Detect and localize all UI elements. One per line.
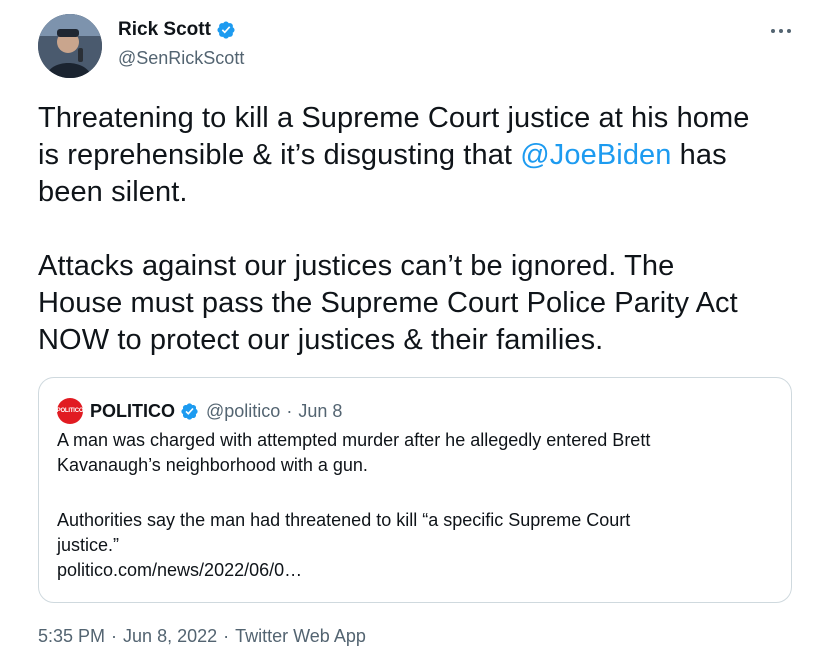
author-avatar[interactable] <box>38 14 102 78</box>
verified-badge-icon <box>181 402 198 420</box>
tweet-time[interactable]: 5:35 PM <box>38 626 105 646</box>
quoted-line: Kavanaugh’s neighborhood with a gun. <box>57 455 368 475</box>
more-options-icon <box>771 29 791 33</box>
mention-link[interactable]: @JoeBiden <box>520 139 671 171</box>
quoted-tweet-header: POLITICO POLITICO @politico · Jun 8 <box>57 398 342 424</box>
tweet-line: Threatening to kill a Supreme Court just… <box>38 102 750 134</box>
quoted-tweet-card[interactable]: POLITICO POLITICO @politico · Jun 8 A ma… <box>38 377 792 603</box>
tweet-metadata: 5:35 PM · Jun 8, 2022 · Twitter Web App <box>38 626 366 647</box>
separator-dot: · <box>286 400 293 421</box>
separator-dot: · <box>111 626 118 646</box>
tweet-line: is reprehensible & it’s disgusting that … <box>38 137 808 174</box>
quoted-line: justice.” <box>57 535 120 555</box>
quoted-author-name[interactable]: POLITICO <box>90 401 175 422</box>
quoted-tweet-date[interactable]: Jun 8 <box>298 401 342 422</box>
more-options-button[interactable] <box>766 18 796 44</box>
tweet-date[interactable]: Jun 8, 2022 <box>123 626 217 646</box>
author-display-name-row[interactable]: Rick Scott <box>118 18 236 42</box>
tweet-source[interactable]: Twitter Web App <box>235 626 366 646</box>
quoted-author-handle[interactable]: @politico <box>206 401 280 422</box>
tweet-line: NOW to protect our justices & their fami… <box>38 324 604 356</box>
tweet-line-text: has <box>671 139 727 171</box>
politico-avatar[interactable]: POLITICO <box>56 398 84 424</box>
quoted-link[interactable]: politico.com/news/2022/06/0… <box>57 558 777 583</box>
tweet-text: Threatening to kill a Supreme Court just… <box>38 100 808 359</box>
separator-dot: · <box>223 626 230 646</box>
author-block[interactable]: Rick Scott @SenRickScott <box>118 18 244 70</box>
tweet-line: House must pass the Supreme Court Police… <box>38 287 738 319</box>
quoted-tweet-text: A man was charged with attempted murder … <box>57 428 777 583</box>
author-display-name[interactable]: Rick Scott <box>118 18 211 42</box>
quoted-line: Authorities say the man had threatened t… <box>57 510 631 530</box>
politico-avatar-text: POLITICO <box>56 408 84 414</box>
tweet-line: Attacks against our justices can’t be ig… <box>38 250 675 282</box>
tweet-line-text: is reprehensible & it’s disgusting that <box>38 139 521 171</box>
author-handle[interactable]: @SenRickScott <box>118 46 244 70</box>
verified-badge-icon <box>217 21 235 39</box>
quoted-line: A man was charged with attempted murder … <box>57 430 651 450</box>
tweet-line: been silent. <box>38 176 188 208</box>
tweet: Rick Scott @SenRickScott Threatening to … <box>0 0 816 656</box>
